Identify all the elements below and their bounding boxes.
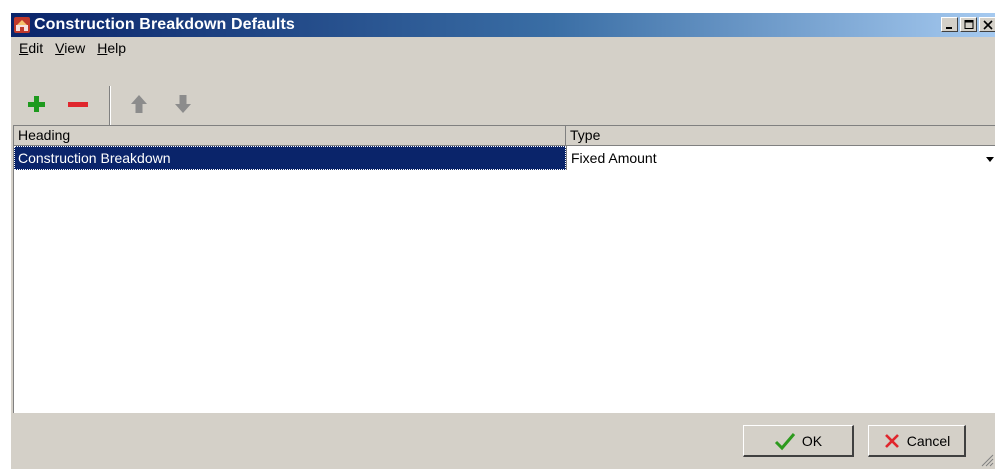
- checkmark-icon: [774, 432, 796, 450]
- cross-icon: [884, 433, 899, 448]
- arrow-down-icon: [175, 95, 191, 113]
- toolbar: [11, 59, 995, 126]
- close-button[interactable]: [979, 17, 995, 32]
- minus-icon: [68, 102, 88, 107]
- chevron-down-icon: [986, 157, 994, 162]
- minimize-icon: [946, 27, 952, 29]
- toolbar-separator: [109, 86, 111, 126]
- menu-bar: Edit View Help: [11, 37, 995, 58]
- close-icon: [983, 20, 993, 30]
- move-up-button[interactable]: [128, 93, 152, 117]
- heading-cell[interactable]: Construction Breakdown: [14, 146, 566, 170]
- resize-grip-icon: [981, 454, 994, 467]
- cancel-label: Cancel: [906, 432, 951, 449]
- dialog-window: Construction Breakdown Defaults Edit Vie…: [10, 12, 995, 469]
- defaults-table: Heading Type Construction Breakdown Fixe…: [13, 125, 995, 413]
- title-bar[interactable]: Construction Breakdown Defaults: [11, 13, 995, 37]
- app-icon: [14, 17, 30, 33]
- column-header-type[interactable]: Type: [566, 126, 995, 145]
- plus-icon: [28, 96, 45, 112]
- arrow-up-icon: [131, 95, 147, 113]
- move-down-button[interactable]: [172, 93, 196, 117]
- menu-edit[interactable]: Edit: [13, 40, 49, 56]
- resize-grip[interactable]: [980, 453, 994, 467]
- column-header-heading[interactable]: Heading: [14, 126, 566, 145]
- maximize-icon: [964, 20, 974, 29]
- menu-help[interactable]: Help: [91, 40, 132, 56]
- minimize-button[interactable]: [941, 17, 958, 32]
- type-value: Fixed Amount: [571, 150, 657, 166]
- ok-label: OK: [801, 432, 823, 449]
- window-controls: [939, 17, 995, 33]
- maximize-button[interactable]: [960, 17, 977, 32]
- dialog-footer: OK Cancel: [11, 413, 995, 469]
- cancel-button[interactable]: Cancel: [868, 425, 966, 457]
- table-header: Heading Type: [14, 126, 995, 146]
- remove-row-button[interactable]: [66, 93, 90, 117]
- type-dropdown-button[interactable]: [983, 150, 995, 168]
- ok-button[interactable]: OK: [743, 425, 854, 457]
- table-row[interactable]: Construction Breakdown Fixed Amount: [14, 146, 995, 170]
- window-title: Construction Breakdown Defaults: [34, 16, 295, 33]
- menu-view[interactable]: View: [49, 40, 91, 56]
- type-cell[interactable]: Fixed Amount: [566, 146, 995, 170]
- add-row-button[interactable]: [25, 93, 49, 117]
